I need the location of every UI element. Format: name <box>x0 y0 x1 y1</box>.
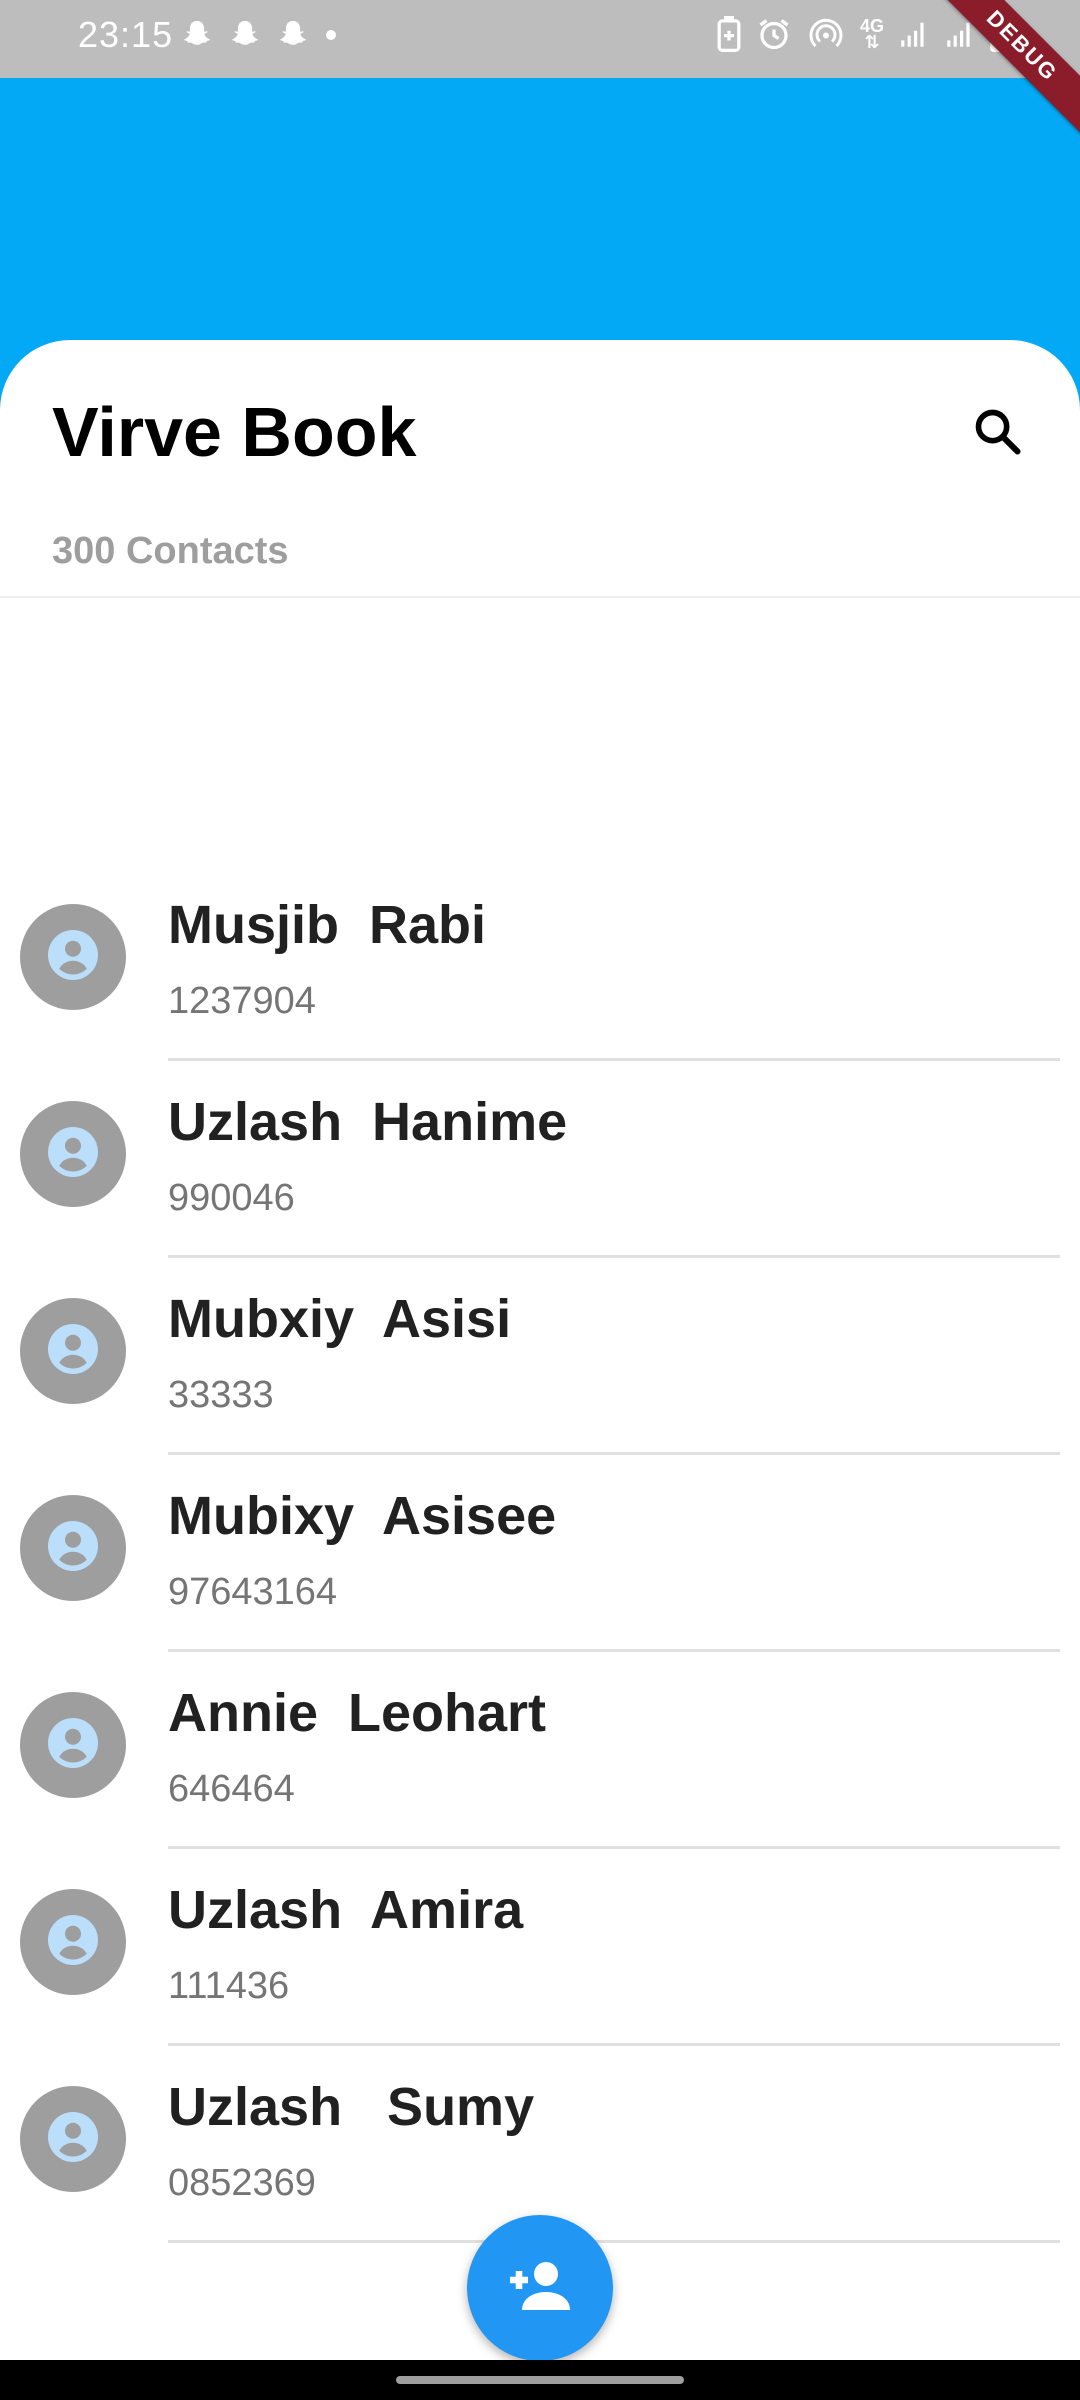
network-4g-icon: 4G ⇅ <box>859 16 884 52</box>
hotspot-icon <box>806 16 846 52</box>
avatar <box>20 1298 126 1404</box>
person-icon <box>43 1516 103 1581</box>
search-icon <box>972 406 1024 463</box>
avatar <box>20 1101 126 1207</box>
contact-name: Mubixy Asisee <box>168 1486 557 1546</box>
contact-count: 300 Contacts <box>52 530 289 572</box>
contact-phone: 97643164 <box>168 1571 338 1613</box>
system-icons: 4G ⇅ <box>716 16 1010 52</box>
person-icon <box>43 2107 103 2172</box>
status-bar: 23:15 4G ⇅ <box>0 0 1080 78</box>
contact-row[interactable]: Mubxiy Asisi 33333 <box>0 1258 1080 1455</box>
contact-row[interactable]: Annie Leohart 646464 <box>0 1652 1080 1849</box>
contact-row[interactable]: Uzlash Hanime 990046 <box>0 1061 1080 1258</box>
contact-name: Annie Leohart <box>168 1683 547 1743</box>
row-divider <box>168 2240 1060 2243</box>
person-icon <box>43 1910 103 1975</box>
contact-phone: 646464 <box>168 1768 295 1810</box>
snapchat-icon <box>228 18 262 52</box>
network-label: 4G <box>859 16 884 36</box>
header-divider <box>0 596 1080 598</box>
avatar <box>20 1889 126 1995</box>
add-contact-button[interactable] <box>467 2215 613 2361</box>
contact-name: Uzlash Sumy <box>168 2077 535 2137</box>
page-title: Virve Book <box>52 393 417 471</box>
contacts-sheet: Virve Book 300 Contacts Musjib Rabi 1237… <box>0 340 1080 2360</box>
person-icon <box>43 1122 103 1187</box>
person-icon <box>43 1713 103 1778</box>
contact-name: Uzlash Amira <box>168 1880 524 1940</box>
contact-row[interactable]: Mubixy Asisee 97643164 <box>0 1455 1080 1652</box>
contact-row[interactable]: Uzlash Sumy 0852369 <box>0 2046 1080 2243</box>
avatar <box>20 2086 126 2192</box>
snapchat-icon <box>180 18 214 52</box>
contact-phone: 33333 <box>168 1374 274 1416</box>
app-screen: 23:15 4G ⇅ DEBUG Virve Book 300 Contacts… <box>0 0 1080 2400</box>
search-button[interactable] <box>966 402 1030 466</box>
contact-phone: 0852369 <box>168 2162 316 2204</box>
avatar <box>20 904 126 1010</box>
person-add-icon <box>504 2250 576 2327</box>
contact-phone: 990046 <box>168 1177 295 1219</box>
status-time: 23:15 <box>78 14 174 55</box>
contact-row[interactable]: Uzlash Amira 111436 <box>0 1849 1080 2046</box>
dot-icon <box>324 28 338 42</box>
signal-icon <box>898 18 930 50</box>
avatar <box>20 1495 126 1601</box>
snapchat-icon <box>276 18 310 52</box>
avatar <box>20 1692 126 1798</box>
contact-phone: 1237904 <box>168 980 316 1022</box>
contact-name: Mubxiy Asisi <box>168 1289 512 1349</box>
contact-list[interactable]: Musjib Rabi 1237904 Uzlash Hanime 990046… <box>0 864 1080 2243</box>
contact-phone: 111436 <box>168 1965 290 2007</box>
person-icon <box>43 1319 103 1384</box>
battery-saver-icon <box>716 16 742 52</box>
contact-name: Uzlash Hanime <box>168 1092 568 1152</box>
notification-icons <box>180 18 338 52</box>
contact-row[interactable]: Musjib Rabi 1237904 <box>0 864 1080 1061</box>
alarm-icon <box>756 16 792 52</box>
person-icon <box>43 925 103 990</box>
navigation-bar <box>0 2360 1080 2400</box>
home-indicator[interactable] <box>396 2376 684 2384</box>
contact-name: Musjib Rabi <box>168 895 487 955</box>
